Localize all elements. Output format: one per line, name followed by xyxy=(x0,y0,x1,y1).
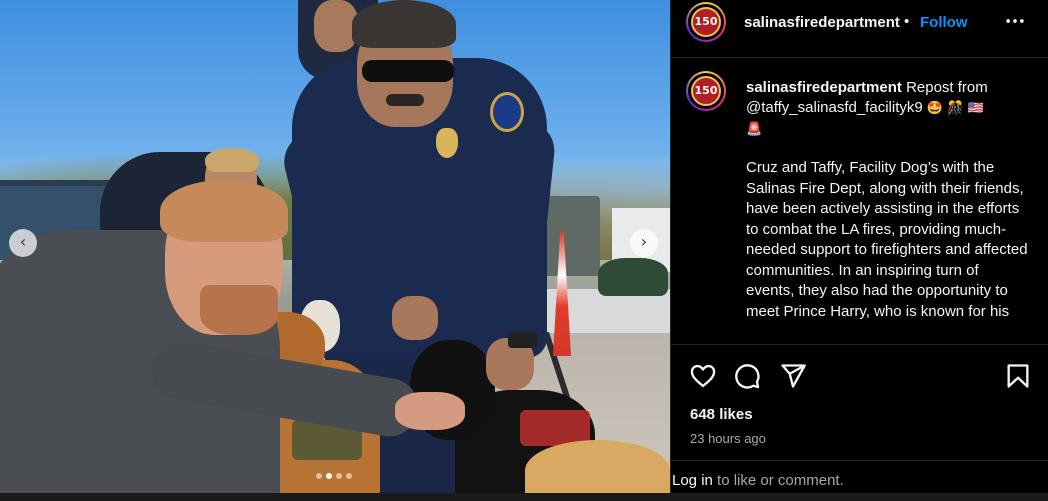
photo-firefighter-hand-left xyxy=(392,296,438,340)
caption-body: Cruz and Taffy, Facility Dog’s with the … xyxy=(746,159,1028,320)
post-actions xyxy=(671,344,1048,404)
header-separator: • xyxy=(904,13,910,30)
photo-firefighter-sunglasses xyxy=(362,60,454,82)
login-prompt-text: Log in to like or comment. xyxy=(672,472,844,489)
carousel-dots xyxy=(316,473,352,479)
caption-intro: Repost from xyxy=(906,79,988,96)
more-options-icon-svg xyxy=(1006,19,1024,23)
photo-firefighter-hair xyxy=(352,0,456,48)
share-icon[interactable] xyxy=(779,362,807,390)
bookmark-icon-svg xyxy=(1007,364,1029,388)
photo-dog-yellow xyxy=(525,440,670,501)
carousel-dot xyxy=(336,473,342,479)
profile-avatar[interactable]: 150 xyxy=(686,2,726,42)
post-header: 150 salinasfiredepartment • Follow xyxy=(671,0,1048,58)
comment-icon[interactable] xyxy=(733,362,761,390)
photo-man-hand xyxy=(395,392,465,430)
caption-area: 150 salinasfiredepartment Repost from @t… xyxy=(671,59,1048,344)
carousel-dot xyxy=(326,473,332,479)
bookmark-icon[interactable] xyxy=(1004,362,1032,390)
photo-background-person-hair xyxy=(205,148,259,172)
avatar-ring-inner: 150 xyxy=(688,73,724,109)
caption-username[interactable]: salinasfiredepartment xyxy=(746,79,902,96)
post-sidebar: 150 salinasfiredepartment • Follow 150 s… xyxy=(670,0,1048,501)
window-bottom-strip xyxy=(0,493,1048,501)
comment-icon-svg xyxy=(735,364,760,389)
caption-header: salinasfiredepartment Repost from @taffy… xyxy=(746,78,1036,140)
post-username[interactable]: salinasfiredepartment xyxy=(744,14,900,31)
fire-department-logo: 150 xyxy=(691,7,721,37)
caption-emoji-siren: 🚨 xyxy=(746,122,763,137)
caption-repost-handle[interactable]: @taffy_salinasfd_facilityk9 xyxy=(746,99,923,116)
photo-basket xyxy=(598,258,668,296)
carousel-dot xyxy=(346,473,352,479)
login-link[interactable]: Log in xyxy=(672,472,713,489)
caption-avatar[interactable]: 150 xyxy=(686,71,726,111)
photo-man-hair xyxy=(160,180,288,242)
photo-shoulder-patch xyxy=(490,92,524,132)
carousel-prev-button[interactable]: ‹ xyxy=(9,229,37,257)
photo-watch xyxy=(508,332,538,348)
caption-emojis: 🤩 🎊 🇺🇸 xyxy=(926,101,984,116)
post-timestamp[interactable]: 23 hours ago xyxy=(690,431,766,446)
post-photo[interactable]: ‹ › xyxy=(0,0,670,501)
fire-department-logo: 150 xyxy=(691,76,721,106)
carousel-dot xyxy=(316,473,322,479)
likes-count[interactable]: 648 likes xyxy=(690,406,753,423)
more-options-icon[interactable] xyxy=(1004,10,1026,37)
photo-man-beard xyxy=(200,285,278,335)
share-icon-svg xyxy=(781,364,806,388)
login-rest-text: to like or comment. xyxy=(712,472,844,489)
carousel-next-button[interactable]: › xyxy=(630,229,658,257)
photo-firefighter-mustache xyxy=(386,94,424,106)
heart-icon[interactable] xyxy=(689,362,717,390)
photo-badge xyxy=(436,128,458,158)
heart-icon-svg xyxy=(690,364,716,388)
follow-button[interactable]: Follow xyxy=(920,14,968,31)
avatar-ring-inner: 150 xyxy=(688,4,724,40)
